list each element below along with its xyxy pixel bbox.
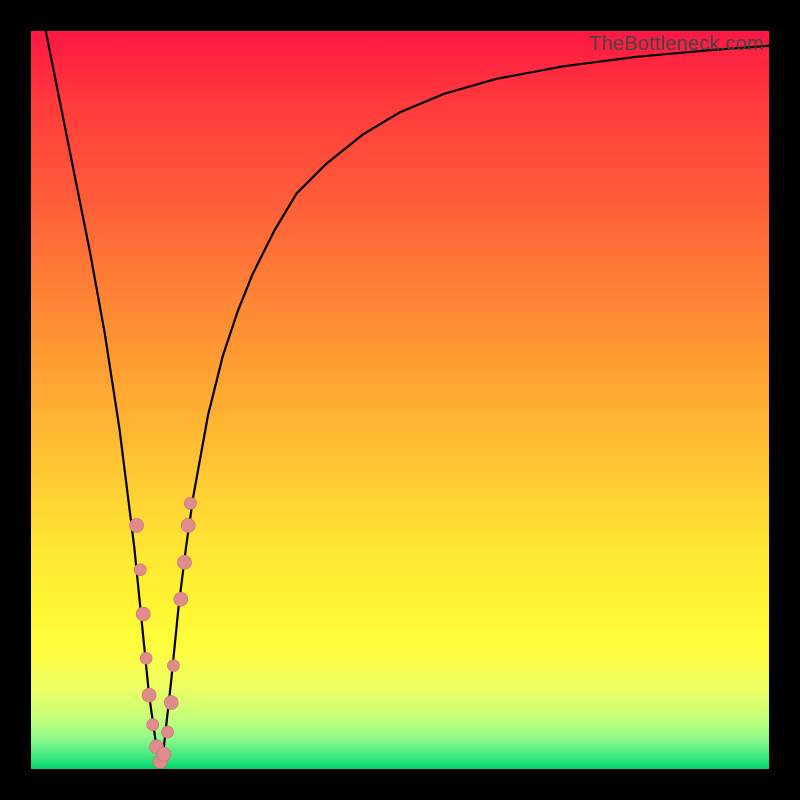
scatter-point	[184, 497, 196, 509]
chart-frame: TheBottleneck.com	[0, 0, 800, 800]
scatter-point	[134, 564, 146, 576]
scatter-point	[140, 652, 152, 664]
scatter-point	[178, 555, 192, 569]
bottleneck-curve	[31, 0, 769, 769]
scatter-point	[162, 726, 174, 738]
scatter-point	[181, 518, 195, 532]
watermark-text: TheBottleneck.com	[589, 33, 764, 56]
scatter-point	[130, 518, 144, 532]
scatter-point	[157, 747, 171, 761]
scatter-point	[167, 660, 179, 672]
scatter-point	[136, 607, 150, 621]
chart-svg	[31, 31, 769, 769]
scatter-point	[174, 592, 188, 606]
scatter-point	[164, 696, 178, 710]
scatter-point	[142, 688, 156, 702]
plot-area	[31, 31, 769, 769]
scatter-point	[147, 719, 159, 731]
